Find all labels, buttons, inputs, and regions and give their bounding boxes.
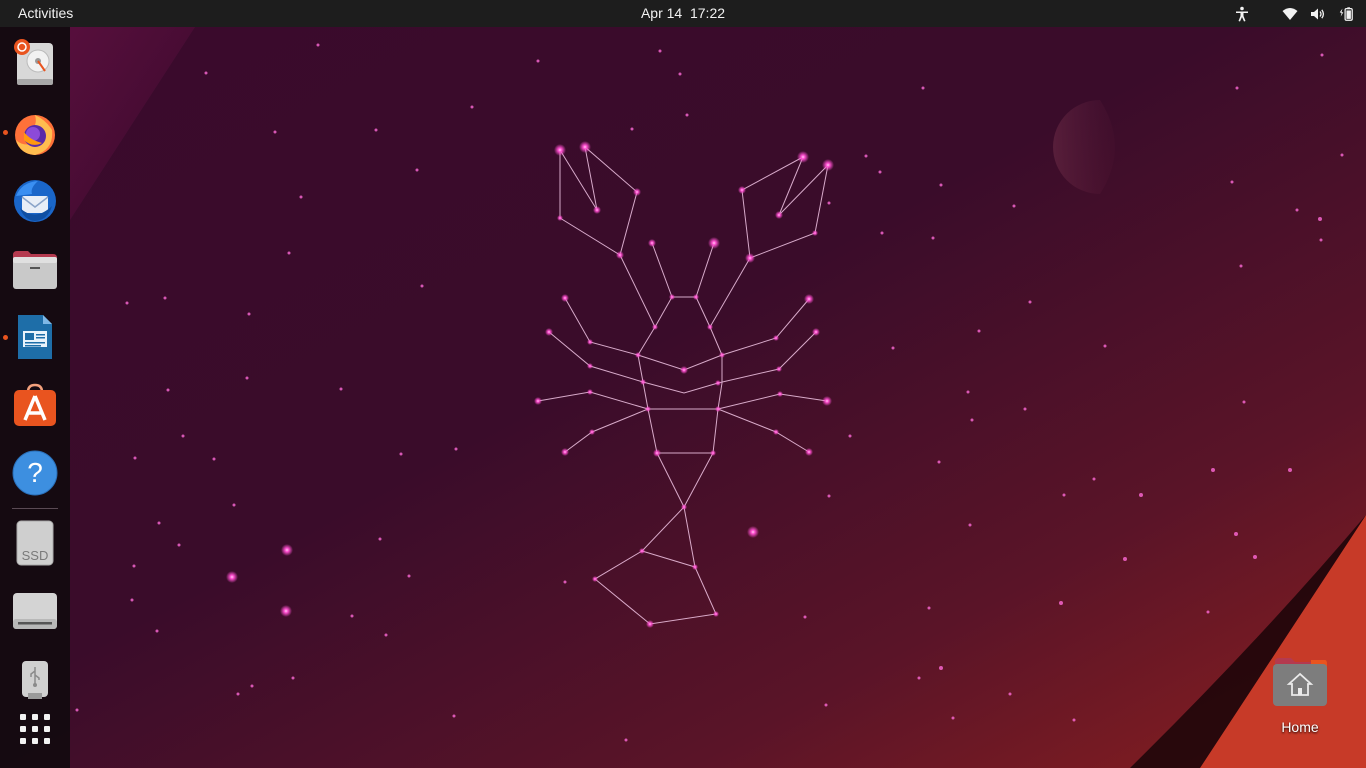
time-label: 17:22: [689, 5, 726, 21]
activities-button[interactable]: Activities: [6, 0, 85, 27]
desktop-wallpaper: [0, 27, 1366, 768]
drive-icon: [13, 593, 57, 629]
disk-utility-icon: [14, 39, 53, 85]
dock-item-show-applications[interactable]: [9, 703, 61, 755]
top-bar: Activities Apr 14 17:22: [0, 0, 1366, 27]
dock-item-thunderbird[interactable]: [9, 175, 61, 227]
dock-item-libreoffice-writer[interactable]: [9, 311, 61, 363]
dock-item-ssd-drive[interactable]: SSD: [9, 517, 61, 569]
home-label: Home: [1281, 719, 1319, 735]
help-icon: ?: [12, 450, 58, 496]
date-time-button[interactable]: Apr 14 17:22: [633, 5, 733, 21]
running-indicator: [3, 335, 8, 340]
clock: Apr 14 17:22: [0, 0, 1366, 27]
volume-icon[interactable]: [1310, 6, 1326, 22]
ssd-label: SSD: [22, 548, 49, 563]
dock-separator: [12, 508, 58, 509]
wifi-icon[interactable]: [1282, 6, 1298, 22]
battery-icon[interactable]: [1338, 6, 1354, 22]
thunderbird-icon: [14, 180, 56, 222]
dock-item-files[interactable]: [9, 243, 61, 295]
help-glyph: ?: [27, 457, 43, 488]
ssd-drive-icon: SSD: [16, 520, 54, 566]
running-indicator: [3, 130, 8, 135]
dock-item-firefox[interactable]: [9, 107, 61, 159]
home-folder-icon: [1273, 658, 1327, 706]
firefox-icon: [15, 115, 55, 155]
app-grid-icon: [20, 714, 50, 744]
dock: ? SSD: [0, 27, 70, 768]
dock-item-disk-utility[interactable]: [9, 37, 61, 89]
accessibility-icon[interactable]: [1234, 6, 1250, 22]
writer-icon: [18, 315, 52, 359]
desktop-home-folder[interactable]: Home: [1262, 654, 1338, 744]
system-tray: [1234, 0, 1354, 27]
date-label: Apr 14: [640, 5, 683, 21]
files-icon: [13, 251, 57, 289]
dock-item-ubuntu-software[interactable]: [9, 379, 61, 431]
software-icon: [14, 383, 56, 426]
dock-item-help[interactable]: ?: [9, 447, 61, 499]
dock-item-usb-drive[interactable]: [9, 653, 61, 705]
dock-item-removable-drive[interactable]: [9, 585, 61, 637]
usb-drive-icon: [22, 661, 48, 699]
